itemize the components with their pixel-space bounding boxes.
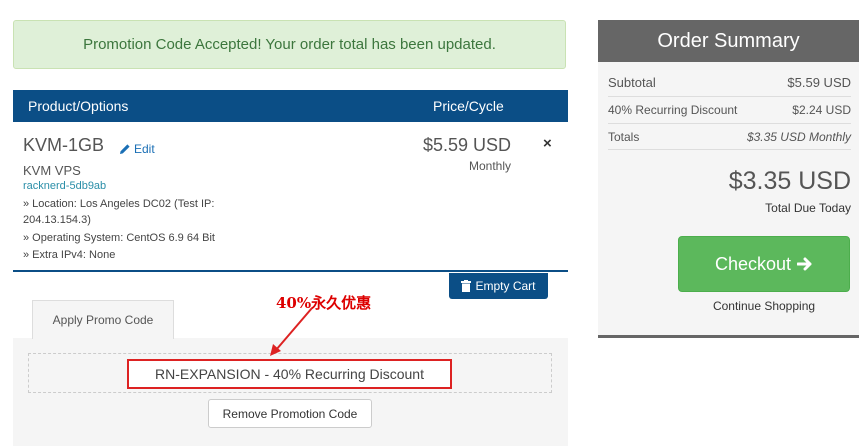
option-location: » Location: Los Angeles DC02 (Test IP:	[23, 198, 215, 210]
summary-row-value: $3.35 USD Monthly	[746, 130, 851, 144]
empty-cart-button[interactable]: Empty Cart	[449, 273, 548, 299]
trash-icon	[461, 280, 472, 292]
applied-promo-text: RN-EXPANSION - 40% Recurring Discount	[155, 366, 424, 382]
remove-item-button[interactable]: ×	[543, 135, 552, 152]
product-group: KVM VPS	[23, 163, 81, 178]
summary-divider	[608, 96, 851, 97]
summary-row-label: 40% Recurring Discount	[608, 103, 738, 117]
option-os: » Operating System: CentOS 6.9 64 Bit	[23, 232, 215, 244]
total-due-amount: $3.35 USD	[728, 167, 851, 195]
summary-row-label: Subtotal	[608, 75, 656, 90]
checkout-button[interactable]: Checkout	[678, 236, 850, 292]
summary-divider	[608, 149, 851, 150]
product-domain: racknerd-5db9ab	[23, 180, 107, 192]
arrow-right-icon	[797, 257, 812, 271]
item-cycle: Monthly	[468, 159, 511, 173]
alert-message: Promotion Code Accepted! Your order tota…	[83, 36, 496, 53]
applied-promo-code: RN-EXPANSION - 40% Recurring Discount	[127, 359, 452, 389]
order-summary-title: Order Summary	[598, 20, 859, 62]
summary-row-value: $5.59 USD	[787, 75, 851, 90]
continue-shopping-link[interactable]: Continue Shopping	[678, 299, 850, 313]
remove-promotion-code-button[interactable]: Remove Promotion Code	[208, 399, 372, 428]
option-location-ip: 204.13.154.3)	[23, 214, 91, 226]
remove-promo-label: Remove Promotion Code	[222, 406, 358, 421]
empty-cart-label: Empty Cart	[475, 279, 536, 293]
promo-tab-label: Apply Promo Code	[52, 313, 154, 327]
promo-success-alert: Promotion Code Accepted! Your order tota…	[13, 20, 566, 69]
annotation-arrow	[270, 307, 313, 356]
cart-table-header: Product/Options Price/Cycle	[13, 90, 568, 122]
price-cycle-header: Price/Cycle	[433, 98, 504, 114]
total-due-label: Total Due Today	[765, 201, 851, 215]
summary-subtotal-row: Subtotal $5.59 USD	[608, 75, 851, 90]
summary-row-label: Totals	[608, 130, 640, 144]
summary-row-value: $2.24 USD	[792, 103, 851, 117]
product-options-header: Product/Options	[28, 98, 129, 114]
option-ipv4: » Extra IPv4: None	[23, 249, 116, 261]
edit-link[interactable]: Edit	[119, 142, 155, 156]
order-summary-title-text: Order Summary	[657, 29, 800, 52]
summary-totals-row: Totals $3.35 USD Monthly	[608, 130, 851, 144]
checkout-label: Checkout	[714, 253, 792, 274]
summary-discount-row: 40% Recurring Discount $2.24 USD	[608, 103, 851, 117]
summary-divider	[608, 123, 851, 124]
tab-apply-promo-code[interactable]: Apply Promo Code	[32, 300, 174, 339]
edit-link-label: Edit	[134, 142, 155, 156]
product-name: KVM-1GB	[23, 135, 105, 155]
pencil-icon	[120, 144, 130, 154]
item-price: $5.59 USD	[422, 135, 511, 155]
